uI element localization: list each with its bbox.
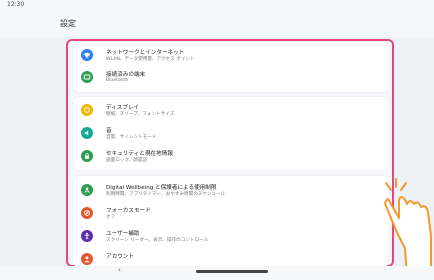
- settings-group-1: ネットワークとインターネット WLAN、データ使用量、アクセス ポイント 接続済…: [73, 42, 389, 92]
- setting-sub: 壁紙、スリープ、フォントサイズ: [106, 112, 175, 117]
- status-time: 12:30: [7, 1, 25, 8]
- setting-security[interactable]: セキュリティと現在地情報 画面ロック、顔認証: [73, 146, 389, 168]
- setting-sub: 画面ロック、顔認証: [106, 158, 147, 163]
- hand-illustration: [384, 178, 432, 276]
- account-icon: [81, 253, 93, 265]
- setting-label: 接続済みの端末: [106, 72, 146, 78]
- accessibility-icon: [81, 230, 93, 242]
- wifi-icon: [81, 49, 93, 61]
- setting-label: Digital Wellbeing と保護者による使用制限: [106, 185, 217, 191]
- settings-group-2: ディスプレイ 壁紙、スリープ、フォントサイズ 音 音量、サイレントモード セキュ…: [73, 97, 389, 170]
- setting-label: ユーザー補助: [106, 231, 140, 237]
- setting-digital-wellbeing[interactable]: Digital Wellbeing と保護者による使用制限 利用時間、アプリタイ…: [73, 180, 389, 202]
- setting-sub: Bluetooth: [106, 78, 129, 83]
- setting-sub: オフ: [106, 215, 116, 220]
- setting-sub: 音量、サイレントモード: [106, 135, 157, 140]
- focus-icon: [81, 207, 93, 219]
- home-gesture-bar[interactable]: [196, 270, 268, 273]
- app-bar: 設定: [0, 11, 434, 37]
- setting-label: フォーカスモード: [106, 208, 151, 214]
- back-icon[interactable]: ‹: [118, 266, 121, 274]
- setting-accessibility[interactable]: ユーザー補助 スクリーン リーダー、表示、操作のコントロール: [73, 226, 389, 248]
- sound-icon: [81, 127, 93, 139]
- display-icon: [81, 104, 93, 116]
- setting-sub: 利用時間、アプリタイマー、おやすみ時間のスケジュール: [106, 192, 226, 197]
- setting-sub: スクリーン リーダー、表示、操作のコントロール: [106, 238, 209, 243]
- devices-icon: [81, 71, 93, 83]
- setting-display[interactable]: ディスプレイ 壁紙、スリープ、フォントサイズ: [73, 100, 389, 122]
- setting-focus-mode[interactable]: フォーカスモード オフ: [73, 203, 389, 225]
- lock-icon: [81, 150, 93, 162]
- wellbeing-icon: [81, 184, 93, 196]
- setting-label: ディスプレイ: [106, 105, 140, 111]
- setting-label: 音: [106, 128, 112, 134]
- navigation-bar: ‹: [0, 266, 434, 280]
- setting-label: セキュリティと現在地情報: [106, 151, 173, 157]
- setting-connected-devices[interactable]: 接続済みの端末 Bluetooth: [73, 67, 389, 89]
- setting-network[interactable]: ネットワークとインターネット WLAN、データ使用量、アクセス ポイント: [73, 45, 389, 67]
- setting-label: アカウント: [106, 254, 134, 260]
- page-title: 設定: [60, 19, 76, 28]
- setting-label: ネットワークとインターネット: [106, 50, 185, 56]
- setting-sound[interactable]: 音 音量、サイレントモード: [73, 123, 389, 145]
- status-bar: 12:30: [0, 0, 434, 11]
- settings-group-3: Digital Wellbeing と保護者による使用制限 利用時間、アプリタイ…: [73, 176, 389, 267]
- setting-sub: WLAN、データ使用量、アクセス ポイント: [106, 57, 195, 62]
